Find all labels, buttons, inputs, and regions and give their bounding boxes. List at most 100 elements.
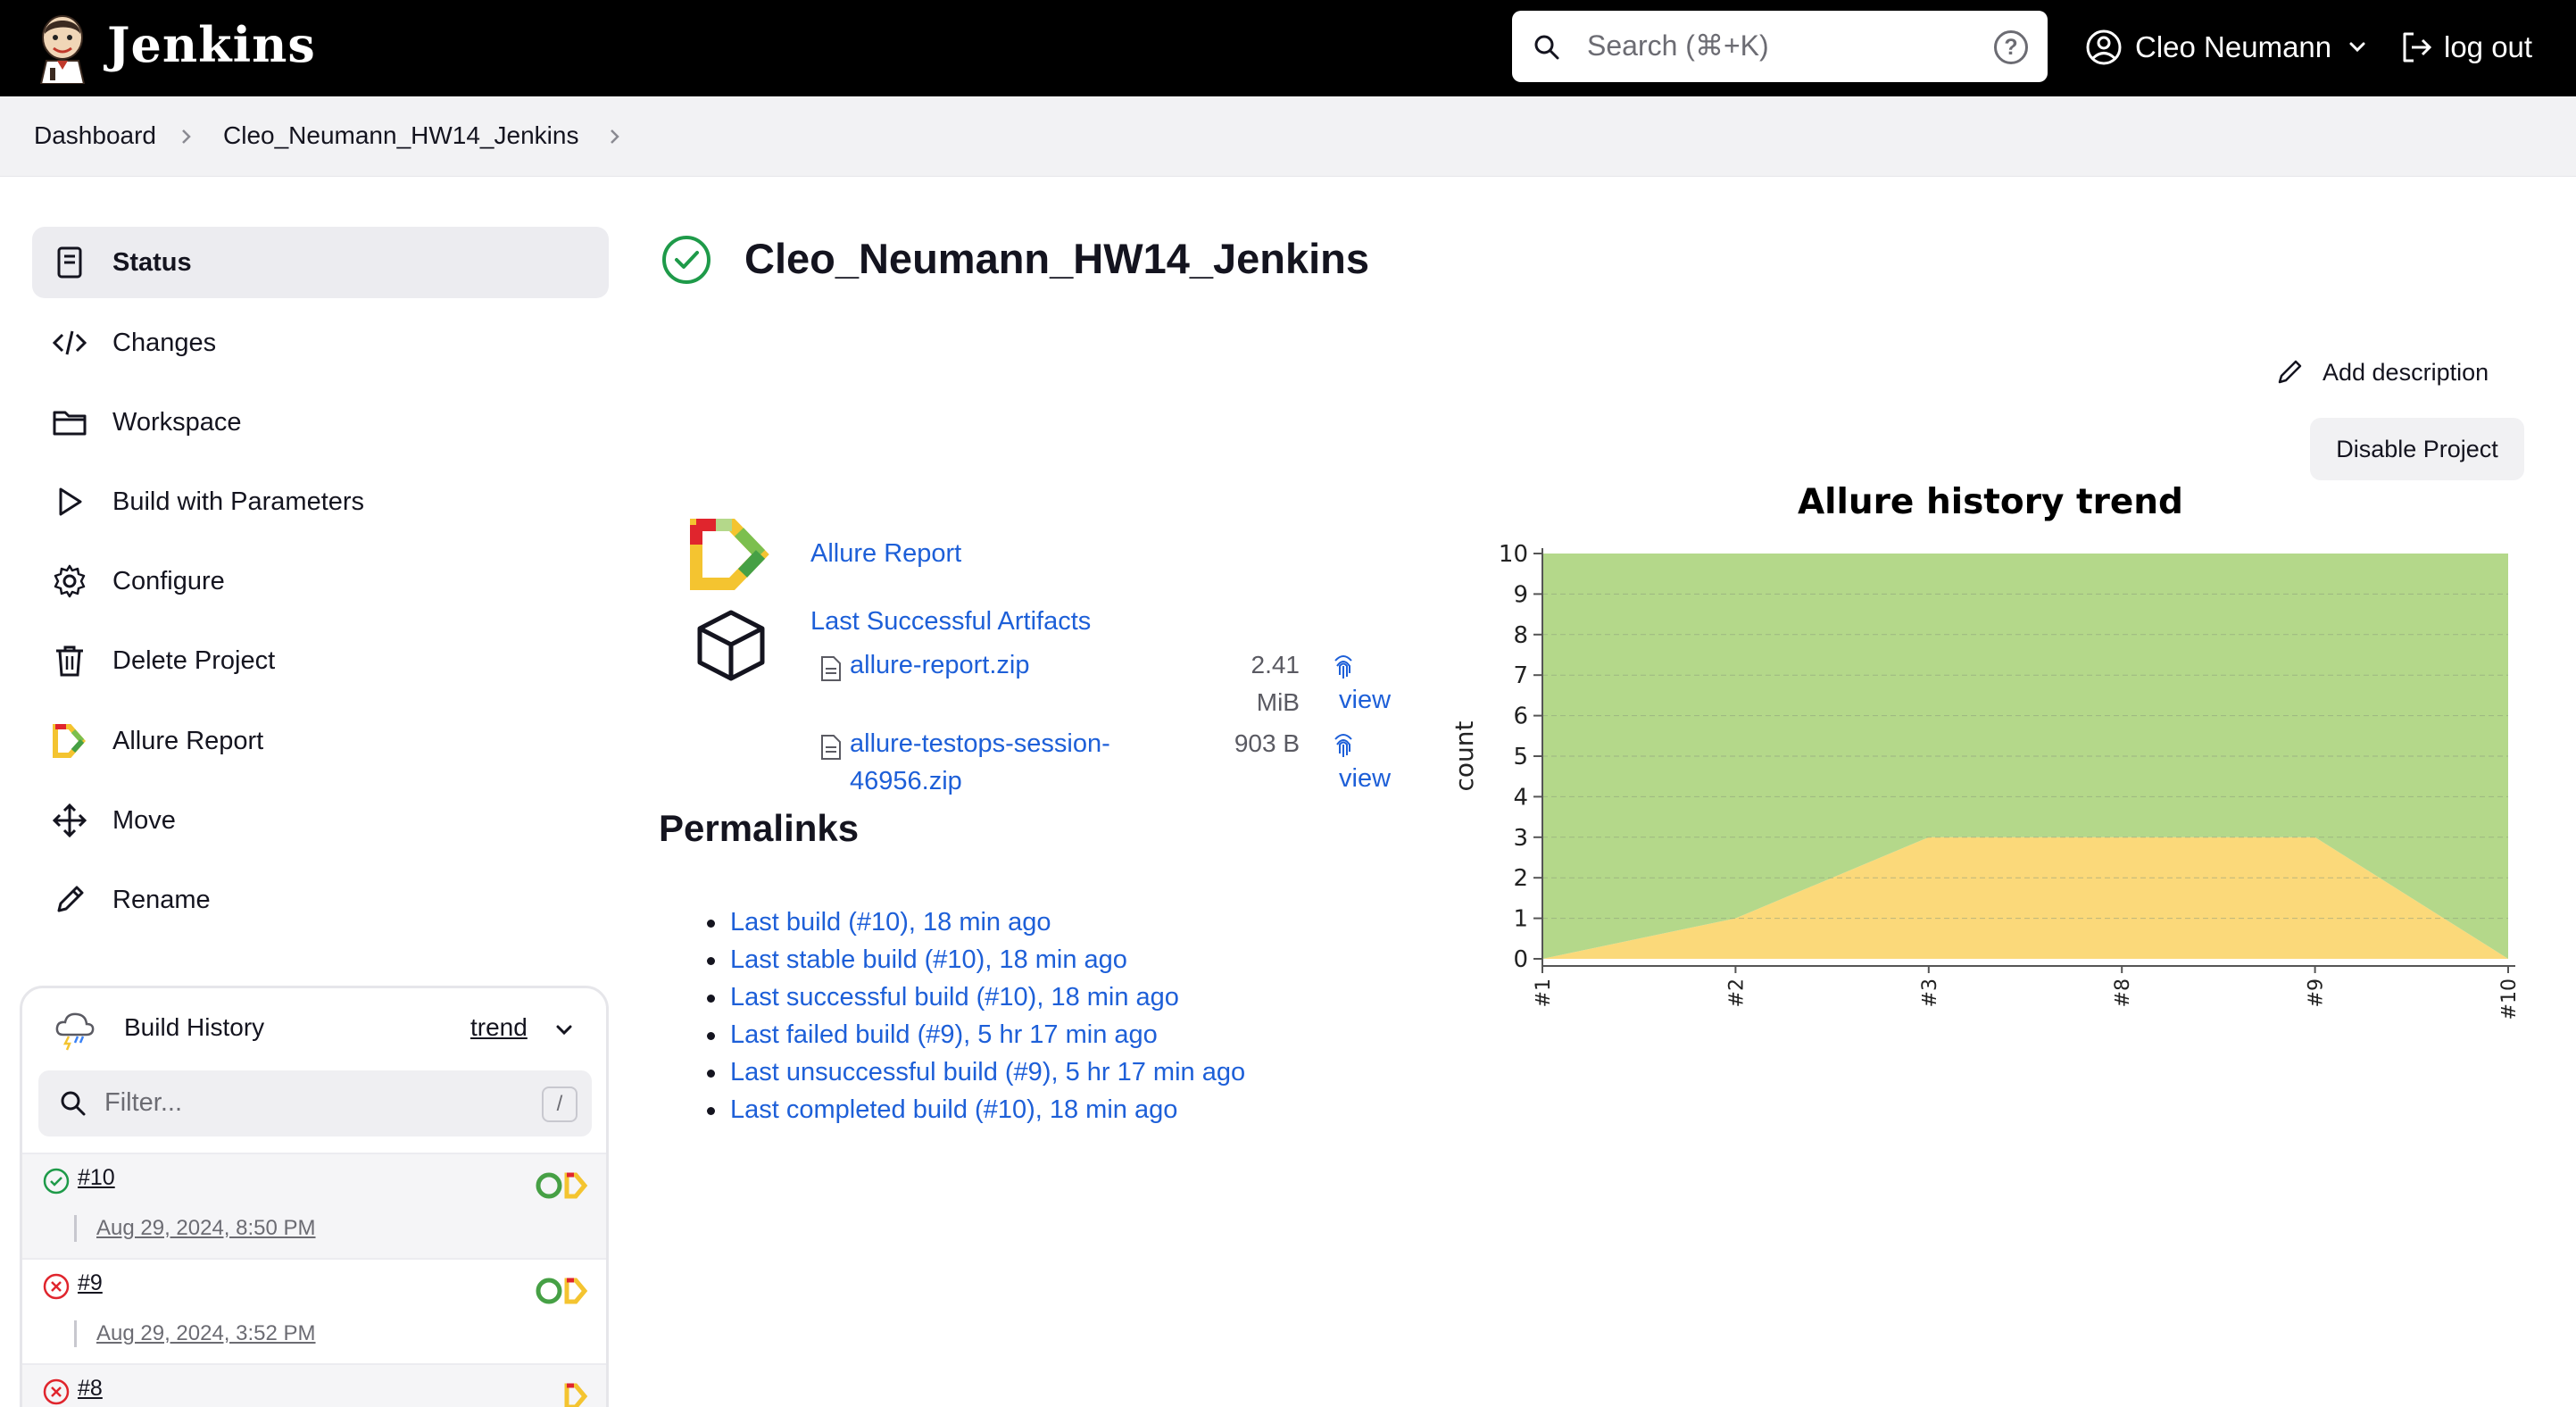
- y-tick-label: 3: [1513, 825, 1528, 852]
- build-filter[interactable]: Filter... /: [38, 1070, 592, 1136]
- success-check-icon: [662, 236, 710, 284]
- user-name: Cleo Neumann: [2135, 30, 2332, 63]
- x-tick-label: #9: [2306, 978, 2328, 1007]
- artifact-size-line: 903 B: [1234, 729, 1300, 757]
- artifact-name-link[interactable]: allure-report.zip: [850, 646, 1029, 684]
- build-date[interactable]: Aug 29, 2024, 8:50 PM: [74, 1215, 316, 1242]
- allure-report-link[interactable]: Allure Report: [810, 539, 961, 569]
- user-menu[interactable]: Cleo Neumann: [2085, 25, 2369, 70]
- allure-trend-chart[interactable]: 0 1 2 3 4 5 6 7 8 9 10 #1 #2 #3 #8 #9 #10 count: [1446, 527, 2535, 1027]
- artifact-name-line: allure-report.zip: [850, 651, 1030, 679]
- disable-project-button[interactable]: Disable Project: [2310, 418, 2524, 480]
- artifact-size-line: MiB: [1256, 688, 1300, 716]
- breadcrumb-project[interactable]: Cleo_Neumann_HW14_Jenkins: [223, 121, 578, 150]
- folder-icon: [50, 403, 89, 442]
- search-input[interactable]: Search (⌘+K): [1587, 29, 1769, 62]
- last-successful-artifacts-link[interactable]: Last Successful Artifacts: [810, 607, 1091, 637]
- sidebar-item-status[interactable]: Status: [32, 227, 609, 298]
- y-tick-label: 9: [1513, 581, 1528, 608]
- build-row[interactable]: #10 Aug 29, 2024, 8:50 PM: [22, 1153, 606, 1258]
- sidebar-item-rename[interactable]: Rename: [32, 864, 609, 936]
- sidebar-item-move[interactable]: Move: [32, 785, 609, 856]
- build-row[interactable]: #9 Aug 29, 2024, 3:52 PM: [22, 1258, 606, 1363]
- build-row[interactable]: #8: [22, 1363, 606, 1407]
- weather-storm-icon: [55, 1012, 95, 1051]
- y-tick-label: 6: [1513, 704, 1528, 730]
- search-box[interactable]: Search (⌘+K) ?: [1512, 11, 2048, 82]
- breadcrumb-dashboard[interactable]: Dashboard: [34, 121, 156, 150]
- x-tick-label: #10: [2498, 978, 2521, 1020]
- x-tick-label: #8: [2112, 978, 2134, 1007]
- allure-logo-icon[interactable]: [689, 518, 769, 591]
- move-icon: [50, 801, 89, 840]
- sidebar-item-build-with-parameters[interactable]: Build with Parameters: [32, 466, 609, 537]
- artifact-size-line: 2.41: [1251, 651, 1300, 679]
- y-tick-label: 5: [1513, 744, 1528, 770]
- pencil-icon: [2278, 360, 2302, 384]
- sidebar-item-configure[interactable]: Configure: [32, 545, 609, 617]
- sidebar-item-label: Status: [112, 247, 192, 277]
- brand-title[interactable]: Jenkins: [107, 16, 316, 73]
- permalink-item[interactable]: Last build (#10), 18 min ago: [703, 903, 1245, 941]
- permalinks-heading: Permalinks: [659, 807, 860, 849]
- top-header: Jenkins Search (⌘+K) ? Cleo Neumann log …: [0, 0, 2576, 96]
- build-history-panel: Build History trend Filter... / #10 Aug …: [20, 986, 609, 1407]
- artifact-view-link[interactable]: view: [1339, 764, 1391, 794]
- artifact-size: 903 B: [1205, 725, 1300, 762]
- logout-icon: [2403, 32, 2432, 62]
- build-number[interactable]: #10: [78, 1165, 115, 1191]
- artifact-view-link[interactable]: view: [1339, 686, 1391, 715]
- page-title: Cleo_Neumann_HW14_Jenkins: [744, 235, 1370, 282]
- permalink-item[interactable]: Last completed build (#10), 18 min ago: [703, 1091, 1245, 1128]
- sidebar-item-delete-project[interactable]: Delete Project: [32, 625, 609, 696]
- fingerprint-icon[interactable]: [1330, 650, 1357, 680]
- chart-title: Allure history trend: [1798, 482, 2183, 522]
- keyboard-shortcut-hint: /: [542, 1086, 578, 1122]
- permalink-item[interactable]: Last failed build (#9), 5 hr 17 min ago: [703, 1016, 1245, 1053]
- build-number[interactable]: #9: [78, 1270, 103, 1296]
- x-tick-label: #3: [1919, 978, 1941, 1007]
- gear-icon: [50, 562, 89, 601]
- search-icon: [1534, 35, 1559, 60]
- permalink-item[interactable]: Last stable build (#10), 18 min ago: [703, 941, 1245, 978]
- package-icon: [697, 610, 765, 681]
- x-tick-label: #1: [1533, 978, 1555, 1007]
- play-icon: [50, 482, 89, 521]
- add-description-label: Add description: [2323, 358, 2489, 386]
- y-tick-label: 2: [1513, 865, 1528, 892]
- artifact-name-line: 46956.zip: [850, 767, 962, 795]
- build-date[interactable]: Aug 29, 2024, 3:52 PM: [74, 1320, 316, 1347]
- artifact-size: 2.41 MiB: [1205, 646, 1300, 721]
- allure-badge-icon[interactable]: [535, 1170, 592, 1201]
- sidebar-item-label: Changes: [112, 328, 217, 357]
- y-tick-label: 7: [1513, 662, 1528, 689]
- chevron-down-icon[interactable]: [553, 1019, 576, 1042]
- build-number[interactable]: #8: [78, 1376, 103, 1402]
- logout-link[interactable]: log out: [2397, 25, 2532, 70]
- sidebar-item-label: Configure: [112, 566, 225, 595]
- y-tick-label: 10: [1499, 541, 1528, 568]
- add-description-button[interactable]: Add description: [2274, 357, 2489, 387]
- sidebar-item-label: Delete Project: [112, 645, 276, 675]
- help-icon[interactable]: ?: [1994, 30, 2028, 64]
- allure-icon: [50, 721, 89, 761]
- fingerprint-icon[interactable]: [1330, 728, 1357, 759]
- trend-link[interactable]: trend: [470, 1013, 528, 1042]
- sidebar-item-label: Allure Report: [112, 726, 264, 755]
- file-icon: [821, 656, 841, 681]
- allure-badge-icon[interactable]: [535, 1381, 592, 1407]
- permalinks-list: Last build (#10), 18 min ago Last stable…: [703, 903, 1245, 1128]
- artifact-name-line: allure-testops-session-: [850, 729, 1110, 758]
- filter-input[interactable]: Filter...: [104, 1088, 182, 1118]
- sidebar-item-allure-report[interactable]: Allure Report: [32, 705, 609, 777]
- y-axis-label: count: [1450, 720, 1479, 791]
- allure-badge-icon[interactable]: [535, 1276, 592, 1306]
- permalink-item[interactable]: Last unsuccessful build (#9), 5 hr 17 mi…: [703, 1053, 1245, 1091]
- sidebar-item-workspace[interactable]: Workspace: [32, 387, 609, 458]
- chevron-right-icon[interactable]: [605, 127, 625, 146]
- sidebar-item-changes[interactable]: Changes: [32, 307, 609, 379]
- jenkins-logo[interactable]: [34, 11, 91, 84]
- y-tick-label: 0: [1513, 946, 1528, 973]
- permalink-item[interactable]: Last successful build (#10), 18 min ago: [703, 978, 1245, 1016]
- artifact-name-link[interactable]: allure-testops-session- 46956.zip: [850, 725, 1110, 800]
